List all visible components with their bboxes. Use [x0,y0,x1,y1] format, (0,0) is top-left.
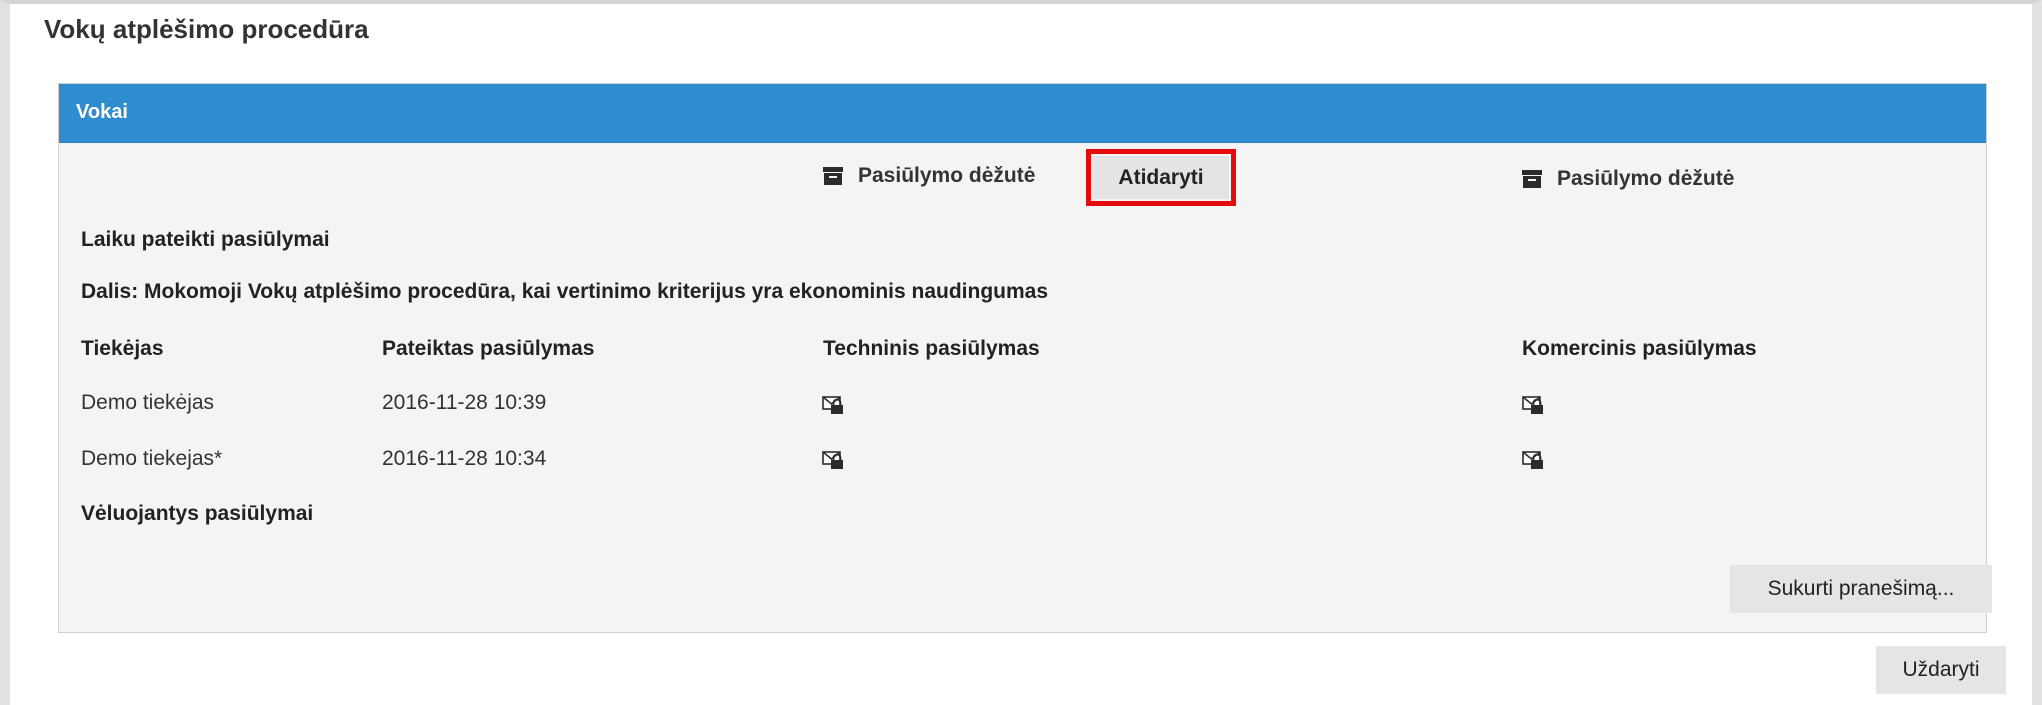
row-1-supplier: Demo tiekėjas [81,391,215,414]
locked-envelope-icon[interactable] [822,395,844,415]
page-title: Vokų atplėšimo procedūra [44,14,369,44]
offer-box-right: Pasiūlymo dėžutė [1522,167,1734,191]
procedure-window: Vokų atplėšimo procedūra Vokai Pasiūlymo… [0,0,2042,705]
row-2-submitted: 2016-11-28 10:34 [382,447,547,470]
row-1-submitted: 2016-11-28 10:39 [382,391,547,414]
col-header-supplier: Tiekėjas [81,337,164,360]
offer-box-left: Pasiūlymo dėžutė [823,164,1035,188]
offer-box-right-label: Pasiūlymo dėžutė [1557,167,1735,190]
on-time-offers-heading: Laiku pateikti pasiūlymai [81,228,330,251]
archive-box-icon [1522,170,1542,188]
locked-envelope-icon[interactable] [1522,450,1544,470]
create-message-button[interactable]: Sukurti pranešimą... [1730,565,1992,613]
archive-box-icon [823,167,843,185]
col-header-technical: Techninis pasiūlymas [823,337,1040,360]
late-offers-heading: Vėluojantys pasiūlymai [81,502,314,525]
close-button[interactable]: Uždaryti [1876,646,2006,694]
panel-header: Vokai [59,84,1986,143]
col-header-submitted: Pateiktas pasiūlymas [382,337,595,360]
row-2-supplier: Demo tiekejas* [81,447,223,470]
open-button[interactable]: Atidaryti [1086,149,1236,206]
locked-envelope-icon[interactable] [822,450,844,470]
locked-envelope-icon[interactable] [1522,395,1544,415]
offer-box-left-label: Pasiūlymo dėžutė [858,164,1036,187]
part-heading: Dalis: Mokomoji Vokų atplėšimo procedūra… [81,280,1049,303]
col-header-commercial: Komercinis pasiūlymas [1522,337,1757,360]
